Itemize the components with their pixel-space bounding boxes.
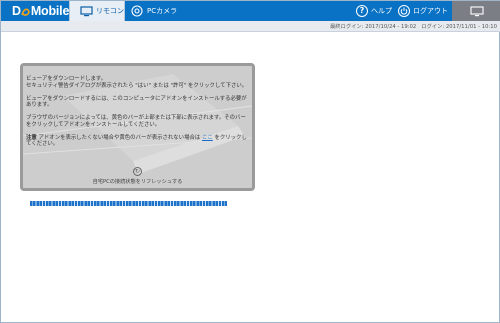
instruction-line: ビューアをダウンロードするには、このコンピュータにアドオンをインストールする必要…	[26, 95, 247, 109]
note-text: アドオンを表示したくない場合や黄色のバーが表示されない場合は	[38, 134, 201, 141]
tab-pc-camera[interactable]: PCカメラ	[126, 1, 186, 21]
logo-letter: D	[12, 4, 21, 18]
instruction-line: セキュリティ警告ダイアログが表示されたら "はい" または "許可" をクリック…	[26, 82, 248, 89]
tab-label: PCカメラ	[147, 7, 178, 15]
last-login-text: 最終ログイン: 2017/10/24 - 19:02	[329, 24, 417, 30]
note-line: 注意 アドオンを表示したくない場合や黄色のバーが表示されない場合は ここ をクリ…	[26, 135, 250, 148]
login-text: ログイン: 2017/11/01 - 10:10	[421, 24, 497, 30]
download-progress-bar	[30, 201, 227, 206]
app-window: D Mobile リモコン PCカメラ ? ヘルプ ログアウト 最終ログイン: …	[0, 0, 500, 323]
status-bar: 最終ログイン: 2017/10/24 - 19:02 ログイン: 2017/11…	[1, 21, 500, 32]
display-icon	[469, 2, 484, 21]
help-icon: ?	[356, 5, 368, 17]
power-icon	[398, 5, 410, 17]
viewer-download-panel: ビューアをダウンロードします。 セキュリティ警告ダイアログが表示されたら "はい…	[20, 63, 255, 191]
logo: D Mobile	[12, 3, 69, 19]
display-toggle-button[interactable]	[452, 1, 500, 21]
tab-remote-control[interactable]: リモコン	[69, 1, 125, 21]
camera-icon	[130, 5, 144, 17]
note-label: 注意	[26, 134, 37, 141]
refresh-icon[interactable]: ↻	[133, 167, 142, 176]
monitor-icon	[79, 5, 93, 17]
here-link[interactable]: ここ	[202, 135, 213, 141]
logo-swirl-icon	[21, 6, 30, 17]
instruction-line: ビューアをダウンロードします。	[26, 76, 107, 82]
help-button[interactable]: ? ヘルプ	[356, 3, 392, 19]
refresh-link[interactable]: 自宅PCの接続状態をリフレッシュする	[93, 178, 183, 185]
logout-button[interactable]: ログアウト	[398, 3, 448, 19]
refresh-area: ↻ 自宅PCの接続状態をリフレッシュする	[23, 167, 252, 185]
top-bar: D Mobile リモコン PCカメラ ? ヘルプ ログアウト	[1, 1, 500, 21]
logout-label: ログアウト	[413, 7, 448, 15]
tab-label: リモコン	[96, 7, 124, 15]
instruction-line: ブラウザのバージョンによっては、黄色のバーが上部または下部に表示されます。そのバ…	[26, 115, 246, 128]
help-label: ヘルプ	[371, 7, 392, 15]
login-info: 最終ログイン: 2017/10/24 - 19:02 ログイン: 2017/11…	[330, 22, 497, 30]
logo-text: Mobile	[30, 4, 70, 18]
instructions: ビューアをダウンロードします。 セキュリティ警告ダイアログが表示されたら "はい…	[26, 76, 250, 154]
